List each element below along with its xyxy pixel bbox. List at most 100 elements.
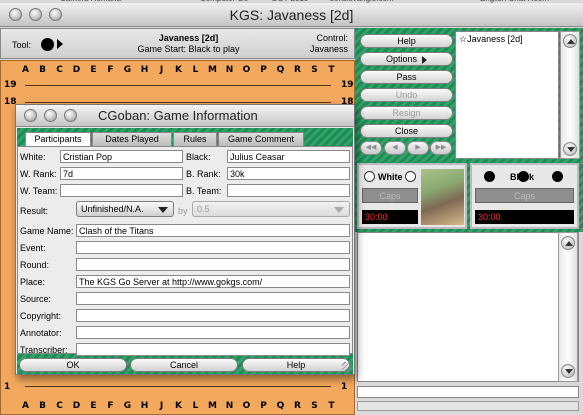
options-button-label: Options bbox=[385, 54, 418, 64]
column-label: T bbox=[328, 401, 335, 411]
event-field[interactable] bbox=[76, 241, 350, 254]
column-label: H bbox=[140, 65, 149, 75]
place-field[interactable]: The KGS Go Server at http://www.gokgs.co… bbox=[76, 275, 350, 288]
round-field[interactable] bbox=[76, 258, 350, 271]
next-move-icon[interactable]: ▶ bbox=[407, 141, 429, 155]
control-value: Javaness bbox=[309, 44, 348, 54]
place-label: Place: bbox=[20, 277, 46, 287]
tab-participants[interactable]: Participants bbox=[25, 132, 91, 147]
undo-button[interactable]: Undo bbox=[360, 88, 453, 102]
column-label: L bbox=[192, 65, 199, 75]
column-label: M bbox=[208, 401, 217, 411]
copyright-field[interactable] bbox=[76, 309, 350, 322]
column-label: B bbox=[39, 65, 46, 75]
column-label: D bbox=[72, 65, 81, 75]
board-grid-line bbox=[25, 85, 331, 86]
star-icon: ☆ bbox=[459, 34, 468, 44]
tab-rules[interactable]: Rules bbox=[173, 132, 217, 146]
help-button-label: Help bbox=[286, 360, 306, 370]
scroll-up-icon[interactable] bbox=[561, 236, 575, 250]
column-label: S bbox=[311, 401, 318, 411]
last-move-icon[interactable]: ▶▶ bbox=[430, 141, 452, 155]
chat-input[interactable] bbox=[357, 386, 579, 398]
column-label: P bbox=[260, 65, 267, 75]
black-captures: Caps bbox=[475, 188, 574, 203]
column-label: E bbox=[90, 401, 97, 411]
w-rank-field[interactable]: 7d bbox=[60, 167, 183, 180]
white-label: White: bbox=[20, 152, 46, 162]
result-select[interactable]: Unfinished/N.A. bbox=[76, 201, 174, 217]
black-clock: 30:00 bbox=[475, 210, 574, 224]
cancel-button[interactable]: Cancel bbox=[130, 358, 238, 372]
column-label: J bbox=[159, 65, 164, 75]
column-label: K bbox=[175, 401, 182, 411]
previous-move-icon[interactable]: ◀ bbox=[384, 141, 406, 155]
white-stone-icon bbox=[364, 171, 375, 182]
first-move-icon[interactable]: ◀◀ bbox=[360, 141, 382, 155]
column-label: F bbox=[107, 65, 114, 75]
b-rank-field[interactable]: 30k bbox=[227, 167, 350, 180]
column-label: R bbox=[294, 65, 301, 75]
dialog-zoom-button[interactable] bbox=[64, 109, 77, 122]
ok-button[interactable]: OK bbox=[19, 358, 127, 372]
white-stone-icon bbox=[405, 171, 416, 182]
chat-horizontal-scrollbar[interactable] bbox=[357, 401, 579, 411]
by-select[interactable]: 0.5 bbox=[192, 201, 350, 217]
tab-dates-played[interactable]: Dates Played bbox=[92, 132, 172, 146]
column-label: A bbox=[22, 401, 29, 411]
game-start-status: Game Start: Black to play bbox=[137, 44, 240, 54]
result-value: Unfinished/N.A. bbox=[81, 204, 144, 214]
event-label: Event: bbox=[20, 243, 46, 253]
tab-game-comment[interactable]: Game Comment bbox=[218, 132, 304, 146]
transcriber-label: Transcriber: bbox=[20, 345, 68, 355]
scroll-down-icon[interactable] bbox=[563, 142, 577, 156]
game-name-field[interactable]: Clash of the Titans bbox=[76, 224, 350, 237]
scroll-up-icon[interactable] bbox=[563, 34, 577, 48]
user-list[interactable]: ☆Javaness [2d] bbox=[455, 31, 559, 159]
black-stone-icon bbox=[518, 171, 529, 182]
column-label: O bbox=[242, 401, 251, 411]
white-player-panel: White Caps 30:00 bbox=[357, 163, 467, 229]
ok-button-label: OK bbox=[66, 360, 80, 370]
transcriber-field[interactable] bbox=[76, 343, 350, 356]
white-player-name: White bbox=[378, 172, 403, 182]
options-button[interactable]: Options bbox=[360, 52, 453, 66]
source-field[interactable] bbox=[76, 292, 350, 305]
chat-area[interactable] bbox=[357, 232, 579, 382]
resize-grip-icon[interactable] bbox=[342, 362, 352, 372]
white-name-field[interactable]: Cristian Pop bbox=[60, 150, 183, 163]
w-team-field[interactable] bbox=[60, 184, 183, 197]
black-stone-icon bbox=[552, 171, 563, 182]
dialog-minimize-button[interactable] bbox=[44, 109, 57, 122]
chevron-down-icon bbox=[334, 207, 344, 213]
pass-button[interactable]: Pass bbox=[360, 70, 453, 84]
column-label: T bbox=[328, 65, 335, 75]
annotator-field[interactable] bbox=[76, 326, 350, 339]
b-team-field[interactable] bbox=[227, 184, 350, 197]
black-stone-tool-icon[interactable] bbox=[41, 38, 54, 51]
black-name-field[interactable]: Julius Ceasar bbox=[227, 150, 350, 163]
row-label: 1 bbox=[341, 382, 348, 392]
column-label: C bbox=[56, 65, 63, 75]
scroll-down-icon[interactable] bbox=[561, 364, 575, 378]
annotator-label: Annotator: bbox=[20, 328, 62, 338]
column-label: M bbox=[208, 65, 217, 75]
user-name: Javaness [2d] bbox=[467, 34, 523, 44]
user-list-item[interactable]: ☆Javaness [2d] bbox=[459, 34, 523, 45]
column-label: G bbox=[123, 65, 132, 75]
board-column-labels-bottom: A B C D E F G H J K L M N O P Q R S T bbox=[1, 401, 356, 413]
column-label: D bbox=[72, 401, 81, 411]
move-navigation: ◀◀ ◀ ▶ ▶▶ bbox=[360, 141, 453, 155]
b-team-label: B. Team: bbox=[186, 186, 222, 196]
user-list-scrollbar[interactable] bbox=[560, 31, 580, 159]
tool-menu-arrow-icon[interactable] bbox=[57, 39, 63, 49]
black-label: Black: bbox=[186, 152, 211, 162]
column-label: P bbox=[260, 401, 267, 411]
help-button[interactable]: Help bbox=[360, 34, 453, 48]
resign-button[interactable]: Resign bbox=[360, 106, 453, 120]
chat-scrollbar[interactable] bbox=[558, 232, 578, 382]
dialog-help-button[interactable]: Help bbox=[242, 358, 350, 372]
close-button[interactable]: Close bbox=[360, 124, 453, 138]
source-label: Source: bbox=[20, 294, 52, 304]
dialog-close-button[interactable] bbox=[24, 109, 37, 122]
